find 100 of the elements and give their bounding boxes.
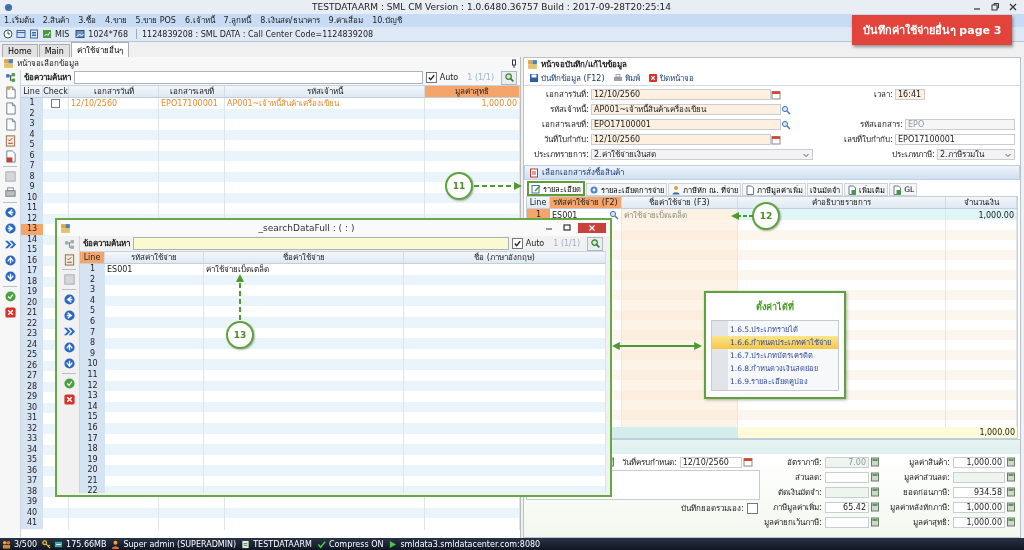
calculator-icon[interactable]	[1006, 517, 1016, 527]
input-field[interactable]: 2.ค่าใช้จ่ายเงินสด	[591, 149, 813, 160]
double-chevron-icon[interactable]	[3, 238, 17, 251]
search-icon[interactable]	[781, 104, 791, 115]
calculator-icon[interactable]	[870, 502, 880, 512]
check-circle-icon[interactable]	[62, 377, 76, 390]
input-field[interactable]: 1,000.00	[953, 501, 1005, 513]
row-checkbox[interactable]	[51, 99, 60, 109]
search-button[interactable]	[587, 236, 603, 251]
arrow-left-icon[interactable]	[62, 293, 76, 306]
column-header[interactable]: ชื่อ (ภาษาอังกฤษ)	[404, 252, 606, 263]
row-number[interactable]: 3	[21, 119, 43, 131]
calendar-icon[interactable]	[771, 89, 781, 100]
auto-checkbox[interactable]	[511, 238, 523, 249]
row-number[interactable]: 20	[80, 465, 105, 477]
row-number[interactable]: 39	[21, 497, 43, 509]
menu-item[interactable]: 3.ซื้อ	[78, 14, 96, 27]
row-number[interactable]: 22	[80, 486, 105, 493]
order-link[interactable]: เลือกเอกสารสั่งซื้อสินค้า	[542, 166, 624, 179]
network-icon[interactable]	[4, 72, 16, 83]
picture-icon[interactable]	[75, 29, 86, 39]
input-field[interactable]: 16:41	[895, 89, 925, 100]
input-field[interactable]: EPO17100001	[591, 119, 781, 130]
row-number[interactable]: 10	[80, 359, 105, 371]
row-number[interactable]: 9	[21, 182, 43, 194]
input-field[interactable]: 12/10/2560	[679, 456, 742, 468]
calendar-icon[interactable]	[771, 134, 781, 145]
menu-item[interactable]: 5.ขาย POS	[135, 14, 176, 27]
auto-checkbox[interactable]	[425, 72, 437, 83]
row-number[interactable]: 23	[21, 329, 43, 341]
row-number[interactable]: 25	[21, 350, 43, 362]
calculator-icon[interactable]	[870, 457, 880, 467]
arrow-down-icon[interactable]	[3, 270, 17, 283]
row-number[interactable]: 19	[21, 287, 43, 299]
column-header[interactable]: ชื่อค่าใช้จ่าย (F3)	[622, 197, 738, 208]
calculator-icon[interactable]	[1006, 502, 1016, 512]
document-icon[interactable]	[3, 118, 17, 131]
calculator-icon[interactable]	[870, 472, 880, 482]
file-icon[interactable]	[3, 150, 17, 163]
menu-item[interactable]: 6.เจ้าหนี้	[184, 14, 215, 27]
pin-icon[interactable]	[511, 58, 517, 69]
search-field[interactable]	[74, 71, 423, 84]
row-number[interactable]: 5	[80, 306, 105, 318]
calculator-icon[interactable]	[870, 517, 880, 527]
menu-item[interactable]: 1.เริ่มต้น	[4, 14, 34, 27]
window-icon[interactable]	[16, 29, 26, 39]
row-number[interactable]: 7	[21, 161, 43, 173]
column-header[interactable]: เอกสารวันที่	[69, 86, 159, 97]
row-number[interactable]: 33	[21, 434, 43, 446]
column-header[interactable]: Line	[80, 252, 105, 263]
printer-icon[interactable]	[3, 186, 17, 199]
tab[interactable]: ค่าใช้จ่ายอื่นๆ	[70, 42, 129, 57]
menu-item[interactable]: 8.เงินสด/ธนาคาร	[260, 14, 320, 27]
column-header[interactable]: Line	[21, 86, 43, 97]
tab[interactable]: Home	[2, 44, 38, 57]
menu-item[interactable]: 2.สินค้า	[42, 14, 70, 27]
input-field[interactable]: 1,000.00	[953, 516, 1005, 528]
row-number[interactable]: 3	[80, 285, 105, 297]
row-number[interactable]: 29	[21, 392, 43, 404]
search-icon[interactable]	[609, 210, 619, 220]
input-field[interactable]: EPO17100001	[895, 134, 1015, 145]
search-icon[interactable]	[781, 119, 791, 130]
column-header[interactable]: รหัสค่าใช้จ่าย (F2)	[550, 197, 622, 208]
maximize-button[interactable]	[560, 223, 574, 233]
input-field[interactable]: 65.42	[825, 501, 869, 513]
calculator-icon[interactable]	[870, 487, 880, 497]
toolbar-button[interactable]: บันทึกข้อมูล (F12)	[527, 71, 607, 85]
row-number[interactable]: 17	[21, 266, 43, 278]
column-header[interactable]: เอกสารเลขที่	[159, 86, 225, 97]
menu-item[interactable]: 9.ค่าเสื่อม	[328, 14, 364, 27]
row-number[interactable]: 13	[21, 224, 43, 236]
input-field[interactable]	[825, 486, 869, 498]
arrow-down-icon[interactable]	[62, 357, 76, 370]
column-header[interactable]: ชื่อค่าใช้จ่าย	[204, 252, 404, 263]
list-icon[interactable]	[29, 29, 39, 39]
row-number[interactable]: 1	[80, 264, 105, 276]
input-field[interactable]: 12/10/2560	[591, 89, 771, 100]
table-cell[interactable]: ES001	[552, 209, 578, 221]
input-field[interactable]: 2.ภาษีรวมใน	[937, 149, 1015, 160]
double-chevron-icon[interactable]	[62, 325, 76, 338]
arrow-right-icon[interactable]	[62, 309, 76, 322]
clipboard-icon[interactable]	[62, 253, 76, 266]
close-icon[interactable]	[62, 393, 76, 406]
calculator-icon[interactable]	[1006, 472, 1016, 482]
input-field[interactable]	[825, 471, 869, 483]
input-field[interactable]	[953, 471, 1005, 483]
row-number[interactable]: 15	[21, 245, 43, 257]
row-number[interactable]: 5	[21, 140, 43, 152]
chart-icon[interactable]	[42, 29, 52, 39]
calendar-icon[interactable]	[742, 457, 753, 467]
menu-item[interactable]: 4.ขาย	[104, 14, 127, 27]
row-number[interactable]: 15	[80, 412, 105, 424]
tab[interactable]: Main	[38, 44, 70, 57]
input-field[interactable]: 1,000.00	[953, 456, 1005, 468]
document-icon[interactable]	[3, 102, 17, 115]
clock-icon[interactable]	[3, 29, 13, 39]
input-field[interactable]: 12/10/2560	[591, 134, 771, 145]
close-icon[interactable]	[3, 306, 17, 319]
column-header[interactable]: มูลค่าสุทธิ	[425, 86, 520, 97]
menu-item[interactable]: 7.ลูกหนี้	[223, 14, 252, 27]
